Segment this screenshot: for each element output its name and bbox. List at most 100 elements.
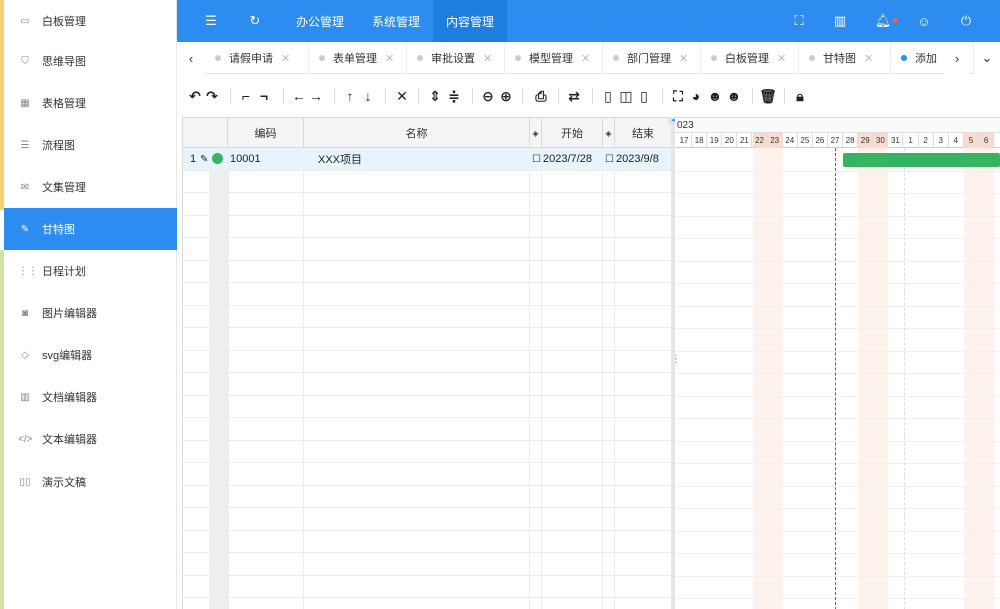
- end-checkbox[interactable]: ☐: [605, 148, 614, 170]
- menu-content[interactable]: 内容管理: [433, 0, 507, 42]
- tab-add[interactable]: 添加: [891, 42, 947, 74]
- grid-header-end[interactable]: 结束: [615, 118, 671, 148]
- whiteboard-icon: ▭: [20, 15, 30, 27]
- users-icon[interactable]: ☻: [725, 86, 743, 106]
- menu-office[interactable]: 办公管理: [283, 0, 357, 42]
- print-icon[interactable]: ⎙: [532, 86, 550, 106]
- delete-x-icon[interactable]: ✕: [394, 86, 410, 106]
- power-icon[interactable]: ⏻: [955, 0, 977, 42]
- sidebar-item-schedule[interactable]: ⋮⋮ 日程计划: [4, 250, 177, 292]
- grid-cell-border: [227, 463, 228, 485]
- tab-model-management[interactable]: 模型管理 ✕: [505, 42, 603, 74]
- palette-icon[interactable]: ◕: [688, 86, 704, 106]
- arrow-down-icon[interactable]: ↓: [360, 86, 376, 106]
- close-icon[interactable]: ✕: [483, 52, 492, 65]
- arrow-left-icon[interactable]: ←: [291, 86, 307, 106]
- expand-rows-icon[interactable]: ⇕: [427, 86, 443, 106]
- weekend-column: [963, 148, 995, 609]
- grid-cell-border: [614, 463, 615, 485]
- sidebar-item-image-editor[interactable]: ◙ 图片编辑器: [4, 292, 177, 334]
- close-icon[interactable]: ✕: [777, 52, 786, 65]
- sidebar-item-svg-editor[interactable]: ◇ svg编辑器: [4, 334, 177, 376]
- row-name[interactable]: XXX项目: [318, 148, 362, 170]
- grid-cell-border: [541, 530, 542, 553]
- indent-icon[interactable]: ¬: [256, 86, 272, 106]
- gantt-day-label: 27: [828, 133, 844, 148]
- grid-cell-border: [303, 350, 304, 373]
- fullscreen-icon[interactable]: ⛶: [788, 0, 810, 42]
- tab-whiteboard[interactable]: 白板管理 ✕: [701, 42, 799, 74]
- sidebar-item-doc-editor[interactable]: ▥ 文档编辑器: [4, 376, 177, 418]
- tab-form-management[interactable]: 表单管理 ✕: [309, 42, 407, 74]
- undo-icon[interactable]: ↶: [187, 86, 203, 106]
- zoom-in-icon[interactable]: ⊕: [498, 86, 514, 106]
- edit-pencil-icon[interactable]: ✎: [200, 148, 208, 170]
- start-checkbox[interactable]: ☐: [532, 148, 541, 170]
- menu-system[interactable]: 系统管理: [359, 0, 433, 42]
- collapse-rows-icon[interactable]: ≑: [446, 86, 462, 106]
- tab-menu-chevron-down-icon[interactable]: ⌄: [973, 42, 1000, 74]
- sidebar-item-collection[interactable]: ✉ 文集管理: [4, 166, 177, 208]
- layout-left-icon[interactable]: ▯: [600, 86, 616, 106]
- zoom-out-icon[interactable]: ⊖: [480, 86, 496, 106]
- arrow-right-icon[interactable]: →: [308, 86, 324, 106]
- grid-cell-border: [529, 170, 530, 193]
- bell-icon[interactable]: 🔔︎: [872, 0, 894, 42]
- close-icon[interactable]: ✕: [581, 52, 590, 65]
- lock-icon[interactable]: 🔒︎: [792, 86, 808, 106]
- refresh-icon[interactable]: ↻: [243, 0, 267, 42]
- row-start[interactable]: 2023/7/28: [543, 148, 592, 170]
- fullscreen-icon[interactable]: ⛶: [670, 86, 686, 106]
- tab-scroll-left-icon[interactable]: ‹: [177, 42, 205, 74]
- column-toggle-icon[interactable]: ◈: [530, 118, 542, 148]
- sidebar-item-table[interactable]: ▦ 表格管理: [4, 82, 177, 124]
- tab-scroll-right-icon[interactable]: ›: [945, 42, 969, 74]
- tab-leave-request[interactable]: 请假申请 ✕: [205, 42, 309, 74]
- sidebar-item-text-editor[interactable]: </> 文本编辑器: [4, 418, 177, 460]
- column-toggle-icon[interactable]: ◈: [603, 118, 615, 148]
- row-end[interactable]: 2023/9/8: [616, 148, 659, 170]
- close-icon[interactable]: ✕: [385, 52, 394, 65]
- grid-cell-border: [614, 485, 615, 508]
- grid-cell-border: [227, 485, 228, 508]
- close-icon[interactable]: ✕: [864, 52, 873, 65]
- gantt-day-label: 18: [692, 133, 708, 148]
- gantt-toolbar: ↶ ↷ ⌐ ¬ ← → ↑ ↓ ✕ ⇕ ≑ ⊖ ⊕ ⎙ ⇄ ▯ ◫ ▯ ⛶ ◕ …: [182, 80, 1000, 112]
- task-bar[interactable]: [843, 153, 1000, 167]
- book-icon[interactable]: ▥: [829, 0, 851, 42]
- gantt-day-label: 4: [949, 133, 964, 148]
- tab-department-management[interactable]: 部门管理 ✕: [603, 42, 701, 74]
- table-row[interactable]: 1 ✎ 10001 XXX项目 ☐ 2023/7/28 ☐ 2023/9/8: [183, 148, 671, 171]
- sidebar-item-slides[interactable]: ▯▯ 演示文稿: [4, 461, 177, 503]
- grid-cell-border: [541, 440, 542, 463]
- user-icon[interactable]: ☺: [913, 0, 935, 42]
- tab-gantt[interactable]: 甘特图 ✕: [799, 42, 891, 74]
- close-icon[interactable]: ✕: [281, 52, 290, 65]
- outdent-icon[interactable]: ⌐: [238, 86, 254, 106]
- sidebar-item-flowchart[interactable]: ☰ 流程图: [4, 124, 177, 166]
- layout-split-icon[interactable]: ◫: [618, 86, 634, 106]
- grid-header-code[interactable]: 编码: [228, 118, 304, 148]
- gantt-row-line: [675, 215, 1000, 217]
- grid-cell-border: [614, 260, 615, 283]
- grid-header-start[interactable]: 开始: [542, 118, 603, 148]
- menu-collapse-icon[interactable]: ☰: [199, 0, 223, 42]
- tab-approval-settings[interactable]: 审批设置 ✕: [407, 42, 505, 74]
- redo-icon[interactable]: ↷: [204, 86, 220, 106]
- gantt-day-label: 17: [677, 133, 693, 148]
- tab-label: 模型管理: [529, 53, 573, 65]
- layout-right-icon[interactable]: ▯: [636, 86, 652, 106]
- toolbar-divider: [230, 88, 231, 104]
- row-code[interactable]: 10001: [230, 148, 261, 170]
- sidebar-item-mindmap[interactable]: ⛉ 思维导图: [4, 40, 177, 82]
- grid-header-name[interactable]: 名称: [304, 118, 530, 148]
- trash-icon[interactable]: 🗑︎: [759, 86, 777, 106]
- close-icon[interactable]: ✕: [679, 52, 688, 65]
- sidebar-item-whiteboard[interactable]: ▭ 白板管理: [4, 0, 177, 42]
- table-row: [183, 373, 671, 396]
- sidebar-item-gantt[interactable]: ✎ 甘特图: [4, 208, 177, 250]
- add-user-icon[interactable]: ☻: [706, 86, 724, 106]
- link-icon[interactable]: ⇄: [566, 86, 582, 106]
- arrow-up-icon[interactable]: ↑: [342, 86, 358, 106]
- toolbar-divider: [283, 88, 284, 104]
